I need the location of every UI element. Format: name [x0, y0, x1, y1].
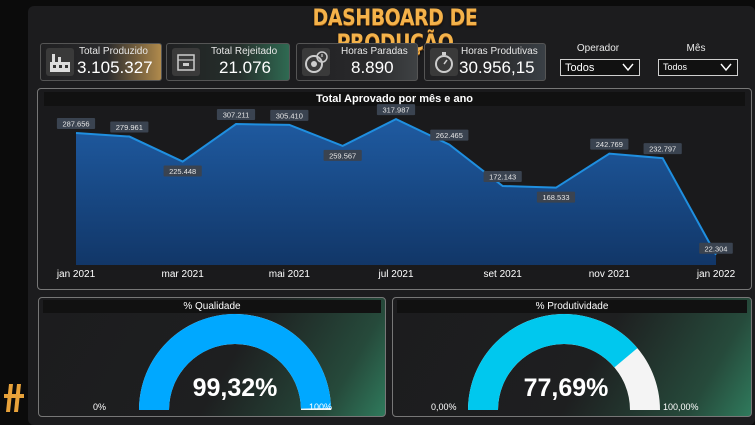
svg-text:232.797: 232.797 [649, 145, 676, 154]
stopwatch-icon [430, 48, 458, 76]
gauge-min: 0,00% [431, 402, 457, 412]
data-label: 242.769 [590, 138, 629, 150]
gauge-max: 100,00% [663, 402, 699, 412]
svg-text:225.448: 225.448 [169, 167, 196, 176]
x-tick-label: nov 2021 [589, 269, 631, 280]
kpi-total-produzido[interactable]: Total Produzido 3.105.327 [40, 43, 162, 81]
kpi-label: Total Produzido [79, 46, 148, 57]
chevron-down-icon [622, 62, 634, 75]
kpi-value: 21.076 [219, 58, 271, 77]
area-chart: 287.656 279.961 225.448 307.211 305.410 259.5… [56, 104, 736, 280]
svg-text:305.410: 305.410 [276, 111, 303, 120]
svg-text:317.987: 317.987 [382, 106, 409, 115]
filter-operador: Operador Todos [552, 43, 644, 79]
gauge-value: 77,69% [523, 374, 609, 402]
data-label: 168.533 [536, 191, 576, 203]
x-tick-label: jan 2022 [696, 269, 736, 280]
svg-text:168.533: 168.533 [542, 193, 569, 202]
gear-clock-icon [302, 48, 330, 76]
select-value: Todos [663, 62, 688, 72]
filter-label: Operador [576, 43, 620, 54]
page-title: DASHBOARD DE PRODUÇÃO [312, 6, 478, 56]
svg-text:279.961: 279.961 [116, 123, 143, 132]
svg-text:262.465: 262.465 [436, 131, 463, 140]
data-label: 287.656 [56, 118, 96, 130]
filter-mes: Mês Todos [650, 43, 742, 79]
data-label: 259.567 [323, 149, 362, 161]
gauge-produtividade: % Produtividade 77,69% 0,00% 100,00% [392, 297, 752, 417]
chevron-down-icon [720, 62, 732, 74]
gauge-qualidade: % Qualidade 99,32% 0% 100% [38, 297, 386, 417]
data-label: 172.143 [483, 171, 522, 183]
svg-text:259.567: 259.567 [329, 151, 356, 160]
select-value: Todos [565, 62, 595, 74]
data-label: 225.448 [163, 165, 202, 177]
svg-text:22.304: 22.304 [705, 244, 728, 253]
kpi-horas-paradas[interactable]: Horas Paradas 8.890 [296, 43, 418, 81]
kpi-total-rejeitado[interactable]: Total Rejeitado 21.076 [166, 43, 290, 81]
data-label: 317.987 [376, 104, 416, 116]
kpi-value: 8.890 [351, 58, 394, 77]
x-tick-label: jul 2021 [377, 269, 413, 280]
data-label: 307.211 [216, 109, 256, 121]
chart-total-aprovado: Total Aprovado por mês e ano 287.656 279.… [37, 88, 752, 290]
x-tick-label: set 2021 [483, 269, 522, 280]
brand-logo [2, 380, 26, 416]
x-tick-label: mai 2021 [269, 269, 311, 280]
x-tick-label: jan 2021 [56, 269, 96, 280]
gauge-min: 0% [93, 402, 107, 412]
svg-text:242.769: 242.769 [596, 140, 623, 149]
mes-select[interactable]: Todos [658, 59, 738, 76]
gauge-value: 99,32% [192, 374, 278, 402]
gauge-max: 100% [309, 402, 333, 412]
svg-text:307.211: 307.211 [223, 111, 250, 120]
factory-icon [46, 48, 74, 76]
kpi-value: 30.956,15 [459, 58, 535, 77]
kpi-horas-produtivas[interactable]: Horas Produtivas 30.956,15 [424, 43, 546, 81]
data-label: 279.961 [110, 121, 149, 133]
x-tick-label: mar 2021 [162, 269, 205, 280]
data-label: 232.797 [643, 143, 682, 155]
data-label: 305.410 [270, 109, 309, 121]
filter-label: Mês [686, 43, 706, 54]
kpi-label: Horas Paradas [341, 46, 408, 57]
data-label: 262.465 [430, 129, 469, 141]
kpi-label: Total Rejeitado [211, 46, 278, 57]
operador-select[interactable]: Todos [560, 59, 640, 76]
data-label: 22.304 [699, 242, 733, 254]
kpi-label: Horas Produtivas [461, 46, 538, 57]
box-icon [172, 48, 200, 76]
svg-text:172.143: 172.143 [489, 173, 516, 182]
kpi-value: 3.105.327 [77, 58, 153, 77]
svg-text:287.656: 287.656 [62, 120, 89, 129]
